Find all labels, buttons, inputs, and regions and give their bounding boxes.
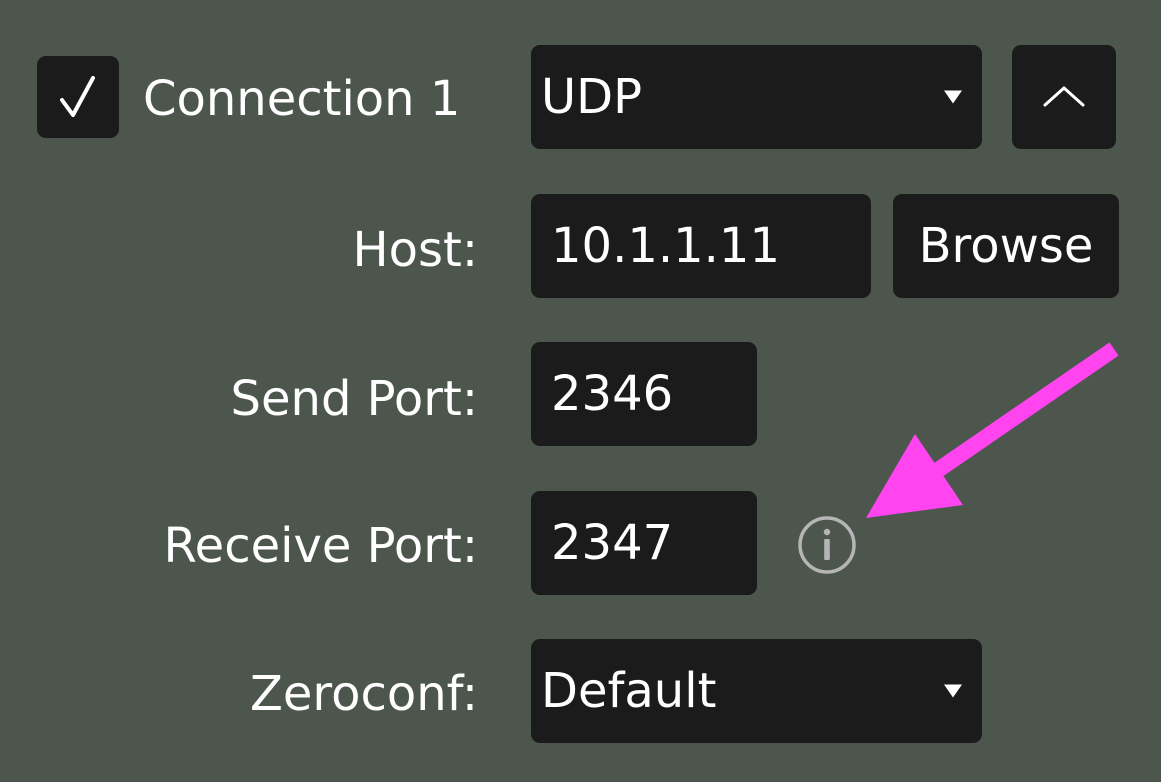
caret-down-icon <box>944 684 962 698</box>
caret-down-icon <box>944 90 962 104</box>
host-label: Host: <box>352 222 478 278</box>
send-port-value: 2346 <box>551 366 674 422</box>
send-port-input[interactable]: 2346 <box>531 342 757 446</box>
receive-port-value: 2347 <box>551 515 674 571</box>
info-icon[interactable] <box>796 514 858 576</box>
protocol-value: UDP <box>541 69 643 125</box>
receive-port-input[interactable]: 2347 <box>531 491 757 595</box>
browse-label: Browse <box>918 218 1094 274</box>
receive-port-label: Receive Port: <box>163 518 478 574</box>
zeroconf-label: Zeroconf: <box>250 666 478 722</box>
protocol-dropdown[interactable]: UDP <box>531 45 982 149</box>
host-value: 10.1.1.11 <box>551 218 781 274</box>
browse-button[interactable]: Browse <box>893 194 1119 298</box>
checkmark-icon <box>60 76 95 117</box>
connection-label: Connection 1 <box>143 71 461 127</box>
collapse-button[interactable] <box>1012 45 1116 149</box>
host-input[interactable]: 10.1.1.11 <box>531 194 871 298</box>
send-port-label: Send Port: <box>230 371 478 427</box>
chevron-up-icon <box>1043 86 1085 107</box>
connection-checkbox[interactable] <box>37 56 119 138</box>
zeroconf-value: Default <box>541 663 717 719</box>
zeroconf-dropdown[interactable]: Default <box>531 639 982 743</box>
